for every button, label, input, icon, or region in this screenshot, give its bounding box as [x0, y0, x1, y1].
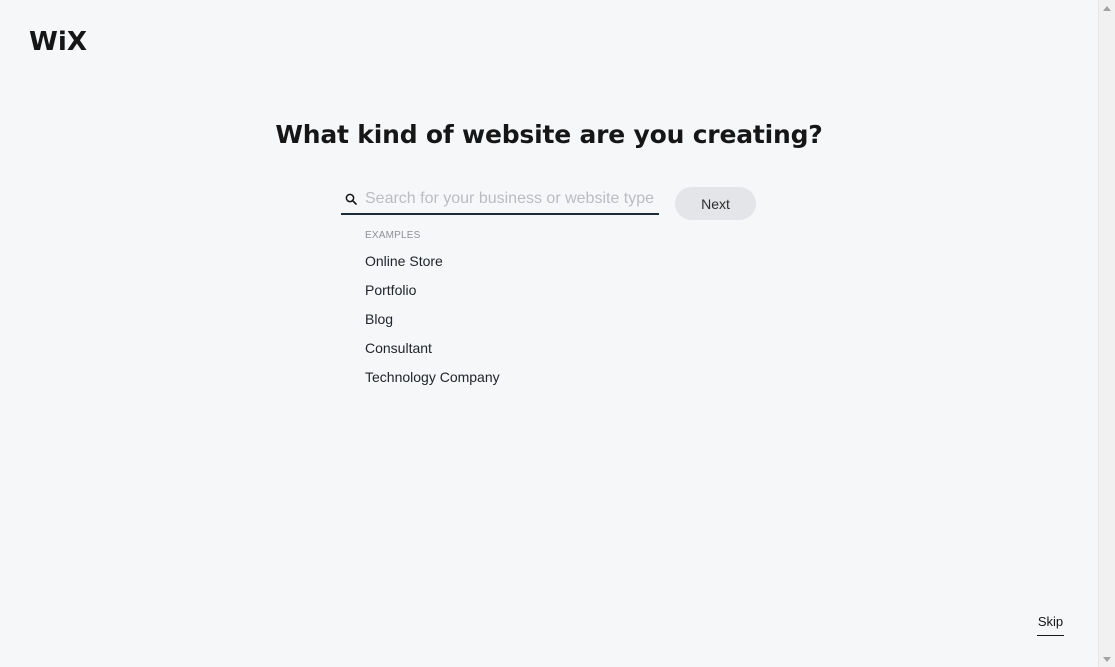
examples-list: EXAMPLES Online Store Portfolio Blog Con…	[365, 229, 665, 399]
search-icon	[345, 193, 357, 205]
next-button[interactable]: Next	[675, 187, 756, 220]
scroll-up-arrow-icon[interactable]	[1099, 0, 1115, 16]
search-input[interactable]	[365, 186, 657, 212]
example-item-blog[interactable]: Blog	[365, 312, 665, 341]
examples-label: EXAMPLES	[365, 230, 421, 241]
example-item-consultant[interactable]: Consultant	[365, 341, 665, 370]
wix-logo-text: WiX	[29, 28, 87, 52]
example-item-portfolio[interactable]: Portfolio	[365, 283, 665, 312]
vertical-scrollbar[interactable]	[1098, 0, 1115, 667]
example-item-online-store[interactable]: Online Store	[365, 254, 665, 283]
search-field[interactable]	[341, 182, 659, 215]
scroll-down-arrow-icon[interactable]	[1099, 651, 1115, 667]
wix-logo: WiX	[29, 28, 87, 52]
example-item-technology-company[interactable]: Technology Company	[365, 370, 665, 399]
skip-link[interactable]: Skip	[1037, 614, 1064, 636]
page-title: What kind of website are you creating?	[275, 120, 823, 149]
